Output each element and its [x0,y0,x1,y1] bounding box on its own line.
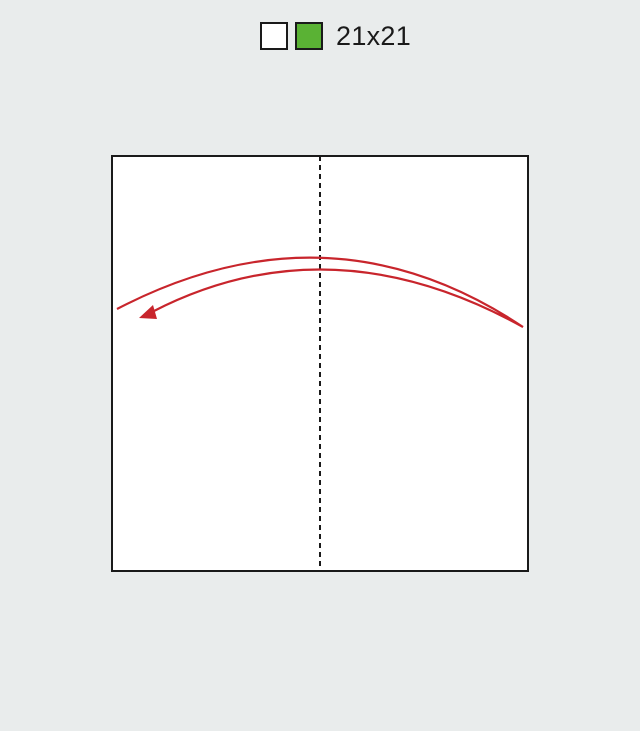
fold-diagram [111,155,529,572]
